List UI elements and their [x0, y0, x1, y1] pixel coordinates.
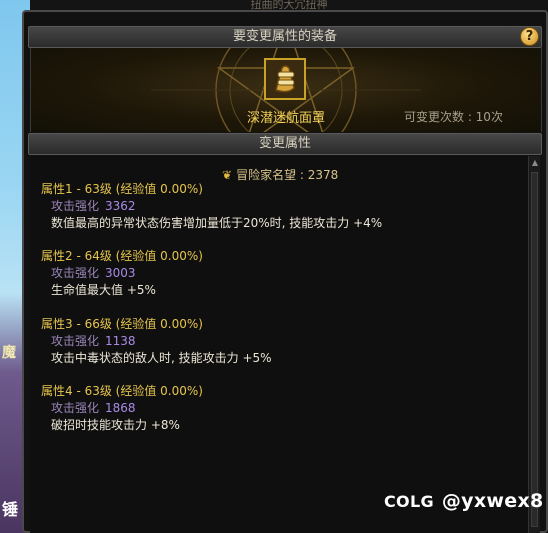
- attribute-title: 属性1 - 63级 (经验值 0.00%): [41, 182, 203, 196]
- attribute-stat: 攻击强化 3003: [41, 265, 203, 282]
- watermark-brand: COLG: [384, 492, 434, 511]
- attribute-stat: 攻击强化 1138: [41, 333, 272, 350]
- attribute-title: 属性4 - 63级 (经验值 0.00%): [41, 384, 203, 398]
- attribute-effect: 生命值最大值 +5%: [51, 283, 156, 297]
- remaining-changes: 可变更次数 : 10次: [404, 110, 503, 124]
- attribute-title: 属性2 - 64级 (经验值 0.00%): [41, 249, 203, 263]
- stat-value: 1138: [105, 334, 136, 348]
- stat-value: 3003: [105, 266, 136, 280]
- stat-label: 攻击强化: [51, 334, 100, 348]
- watermark: COLG @yxwex8: [384, 490, 544, 512]
- scroll-up-arrow-icon[interactable]: ▲: [530, 158, 540, 168]
- scroll-thumb[interactable]: [531, 172, 538, 527]
- attribute-block: 属性3 - 66级 (经验值 0.00%) 攻击强化 1138 攻击中毒状态的敌人…: [41, 316, 272, 367]
- equipment-slot[interactable]: [264, 58, 306, 100]
- fame-icon: ❦: [222, 168, 233, 182]
- side-glyph: 锤: [2, 500, 19, 519]
- attribute-stat: 攻击强化 3362: [41, 198, 382, 215]
- attribute-block: 属性1 - 63级 (经验值 0.00%) 攻击强化 3362 数值最高的异常状态…: [41, 181, 382, 232]
- attribute-effect: 攻击中毒状态的敌人时, 技能攻击力 +5%: [51, 351, 272, 365]
- item-name: 深潜迷航面罩: [246, 111, 325, 126]
- attribute-effect: 数值最高的异常状态伤害增加量低于20%时, 技能攻击力 +4%: [51, 216, 383, 230]
- stat-value: 1868: [105, 401, 136, 415]
- stat-label: 攻击强化: [51, 401, 100, 415]
- attribute-stat: 攻击强化 1868: [41, 400, 203, 417]
- watermark-handle: @yxwex8: [441, 490, 544, 512]
- attribute-block: 属性4 - 63级 (经验值 0.00%) 攻击强化 1868 破招时技能攻击力 …: [41, 383, 203, 434]
- stat-label: 攻击强化: [51, 266, 100, 280]
- equipment-header: 要变更属性的装备: [28, 26, 542, 48]
- scrollbar[interactable]: ▲: [528, 156, 540, 533]
- mask-item-icon: [266, 60, 304, 98]
- help-button[interactable]: ?: [520, 27, 539, 46]
- attribute-effect: 破招时技能攻击力 +8%: [51, 418, 180, 432]
- attribute-title: 属性3 - 66级 (经验值 0.00%): [41, 317, 203, 331]
- side-glyph: 魔: [2, 345, 16, 361]
- fame-label: 冒险家名望 : 2378: [236, 168, 339, 182]
- attribute-block: 属性2 - 64级 (经验值 0.00%) 攻击强化 3003 生命值最大值 +5…: [41, 248, 203, 299]
- stat-label: 攻击强化: [51, 199, 100, 213]
- change-attributes-header: 变更属性: [28, 133, 542, 155]
- stat-value: 3362: [105, 199, 136, 213]
